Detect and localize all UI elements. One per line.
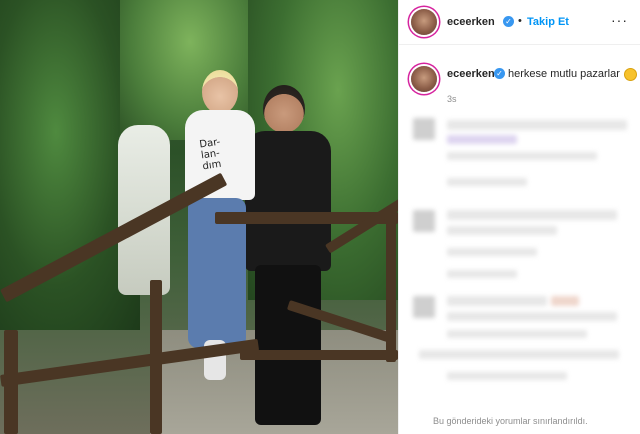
blurred-comment-line	[447, 248, 537, 256]
post-side-panel: eceerken ✓ • Takip Et ··· eceerken ✓ her…	[398, 0, 640, 434]
blurred-comment-line	[447, 178, 527, 186]
railing-post-left	[4, 330, 18, 434]
blurred-comment-line	[419, 350, 619, 359]
blurred-comment-line	[447, 120, 627, 130]
blurred-comment-line	[551, 296, 579, 306]
caption-text: herkese mutlu pazarlar	[508, 68, 620, 80]
man-pants	[255, 265, 321, 425]
post-header: eceerken ✓ • Takip Et ···	[399, 0, 640, 45]
blurred-comment-avatar	[413, 296, 435, 318]
post-photo[interactable]: Dar- lan- dım	[0, 0, 398, 434]
blurred-comment-line	[447, 135, 517, 144]
verified-badge-icon: ✓	[494, 68, 505, 79]
blurred-comment-line	[447, 226, 557, 235]
caption-avatar[interactable]	[411, 66, 437, 92]
railing-post-mid	[150, 280, 162, 434]
blurred-comment-line	[447, 270, 517, 278]
avatar[interactable]	[411, 9, 437, 35]
caption-username[interactable]: eceerken	[447, 68, 495, 80]
shirt-text: Dar- lan- dım	[198, 136, 223, 173]
verified-badge-icon: ✓	[503, 16, 514, 27]
blurred-comment-avatar	[413, 210, 435, 232]
blurred-comment-line	[447, 210, 617, 220]
blurred-comment-line	[447, 152, 597, 160]
blurred-comment-line	[447, 330, 587, 338]
header-username[interactable]: eceerken	[447, 16, 495, 28]
more-options-icon[interactable]: ···	[611, 12, 628, 28]
blurred-comment-avatar	[413, 118, 435, 140]
blurred-comment-line	[447, 372, 567, 380]
blurred-comment-line	[447, 312, 617, 321]
separator-dot: •	[518, 15, 522, 27]
railing-bottom-right	[240, 350, 398, 360]
woman-head	[202, 70, 238, 114]
comments-limited-notice: Bu gönderideki yorumlar sınırlandırıldı.	[433, 416, 588, 426]
railing-post-right	[386, 212, 396, 362]
post-time[interactable]: 3s	[447, 94, 457, 104]
man-head	[263, 85, 305, 133]
follow-button[interactable]: Takip Et	[527, 16, 569, 28]
blurred-comment-line	[447, 296, 547, 306]
smiling-face-emoji-icon	[624, 68, 637, 81]
